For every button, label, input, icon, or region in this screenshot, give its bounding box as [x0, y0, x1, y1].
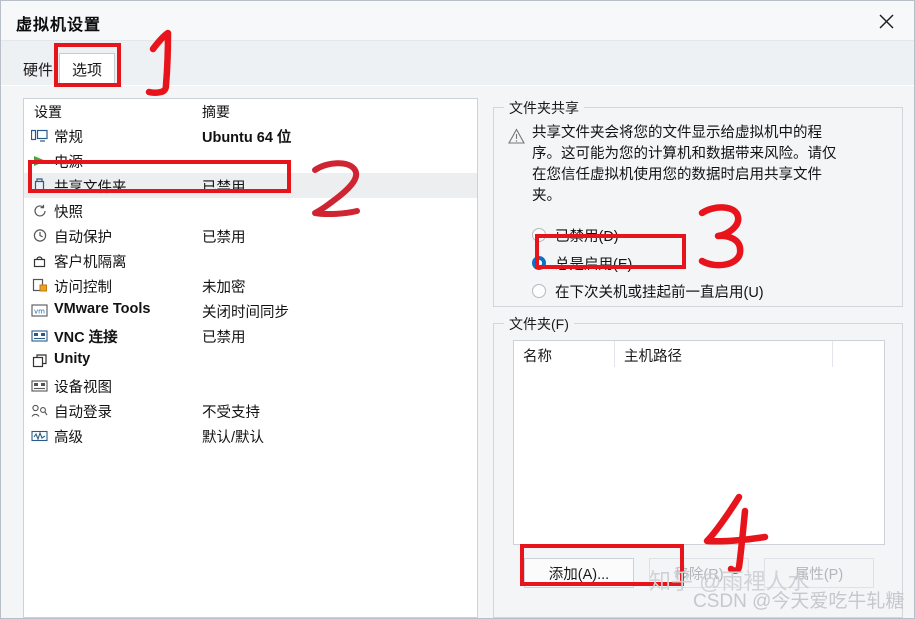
access-control-icon — [30, 276, 49, 295]
list-item-guest-isolation[interactable]: 客户机隔离 — [24, 248, 477, 273]
remove-folder-button: 移除(R) — [649, 558, 749, 588]
warning-triangle-icon — [508, 128, 525, 144]
sharing-warning-text: 共享文件夹会将您的文件显示给虚拟机中的程序。这可能为您的计算机和数据带来风险。请… — [532, 125, 837, 204]
lock-icon — [30, 251, 49, 270]
folder-properties-button: 属性(P) — [764, 558, 874, 588]
snapshot-icon — [30, 201, 49, 220]
list-item-label: 高级 — [54, 430, 83, 446]
folder-sharing-group: 文件夹共享 共享文件夹会将您的文件显示给虚拟机中的程序。这可能为您的计算机和数据… — [493, 98, 903, 307]
tab-strip: 硬件 选项 — [1, 41, 914, 86]
list-item-label: 快照 — [54, 205, 83, 221]
radio-mark-off-icon — [532, 228, 546, 242]
list-item-summary: 不受支持 — [202, 405, 260, 421]
shared-folder-icon — [30, 176, 49, 195]
vmware-tools-icon: vm — [30, 301, 49, 320]
list-item-summary: 默认/默认 — [202, 430, 265, 446]
list-item-summary: 关闭时间同步 — [202, 305, 289, 321]
column-divider — [832, 341, 833, 367]
folders-title: 文件夹(F) — [504, 314, 574, 334]
list-item-vnc[interactable]: VNC 连接 已禁用 — [24, 323, 477, 348]
svg-text:vm: vm — [34, 308, 45, 316]
radio-mark-on-icon — [532, 256, 546, 270]
power-play-icon — [30, 151, 49, 170]
folders-table[interactable]: 名称 主机路径 — [513, 340, 885, 545]
list-item-autoprotect[interactable]: 自动保护 已禁用 — [24, 223, 477, 248]
list-item-vmware-tools[interactable]: vm VMware Tools 关闭时间同步 — [24, 298, 477, 323]
list-item-label: 自动登录 — [54, 405, 112, 421]
list-item-general[interactable]: 常规 Ubuntu 64 位 — [24, 123, 477, 148]
folder-sharing-title: 文件夹共享 — [504, 98, 584, 118]
radio-always-enabled[interactable]: 总是启用(E) — [532, 252, 632, 274]
list-item-auto-login[interactable]: 自动登录 不受支持 — [24, 398, 477, 423]
column-header-name: 设置 — [34, 104, 62, 120]
list-item-summary: 已禁用 — [202, 330, 246, 346]
autoprotect-clock-icon — [30, 226, 49, 245]
list-item-label: 访问控制 — [54, 280, 112, 296]
list-item-summary: 未加密 — [202, 280, 246, 296]
tab-hardware[interactable]: 硬件 — [11, 53, 65, 86]
auto-login-icon — [30, 401, 49, 420]
title-bar: 虚拟机设置 — [1, 1, 914, 41]
list-item-label: 常规 — [54, 130, 83, 146]
list-item-label: VNC 连接 — [54, 330, 118, 346]
unity-icon — [30, 351, 49, 370]
list-item-summary: 已禁用 — [202, 180, 246, 196]
list-item-label: 共享文件夹 — [54, 180, 127, 196]
monitor-icon — [30, 126, 49, 145]
advanced-wave-icon — [30, 426, 49, 445]
device-view-icon — [30, 376, 49, 395]
settings-list[interactable]: 设置 摘要 常规 Ubuntu 64 位 电源 共享文件夹 已禁用 快照 自动保… — [23, 98, 478, 618]
vm-settings-window: 虚拟机设置 硬件 选项 设置 摘要 常规 Ubuntu 64 位 电源 共享文件… — [0, 0, 915, 619]
list-item-label: 设备视图 — [54, 380, 112, 396]
list-item-label: 电源 — [54, 155, 83, 171]
radio-disabled[interactable]: 已禁用(D) — [532, 224, 619, 246]
list-item-label: VMware Tools — [54, 301, 151, 317]
list-item-summary: Ubuntu 64 位 — [202, 130, 292, 146]
options-panel: 文件夹共享 共享文件夹会将您的文件显示给虚拟机中的程序。这可能为您的计算机和数据… — [493, 93, 903, 618]
list-item-summary: 已禁用 — [202, 230, 246, 246]
list-item-unity[interactable]: Unity — [24, 348, 477, 373]
list-item-power[interactable]: 电源 — [24, 148, 477, 173]
tab-options[interactable]: 选项 — [59, 53, 115, 86]
column-divider — [614, 341, 615, 367]
window-title: 虚拟机设置 — [16, 17, 102, 34]
list-item-shared-folders[interactable]: 共享文件夹 已禁用 — [24, 173, 477, 198]
close-button[interactable] — [864, 5, 908, 37]
close-icon — [879, 14, 893, 28]
radio-mark-off-icon — [532, 284, 546, 298]
list-item-label: Unity — [54, 351, 91, 367]
folders-table-header: 名称 主机路径 — [514, 341, 884, 367]
list-item-label: 自动保护 — [54, 230, 112, 246]
column-header-host-path: 主机路径 — [624, 349, 682, 365]
settings-list-header: 设置 摘要 — [24, 99, 477, 123]
list-item-device-view[interactable]: 设备视图 — [24, 373, 477, 398]
vnc-icon — [30, 326, 49, 345]
list-item-label: 客户机隔离 — [54, 255, 127, 271]
folders-group: 文件夹(F) 名称 主机路径 添加(A)... 移除(R) 属性(P) — [493, 314, 903, 618]
list-item-snapshot[interactable]: 快照 — [24, 198, 477, 223]
list-item-access-control[interactable]: 访问控制 未加密 — [24, 273, 477, 298]
column-header-name: 名称 — [523, 349, 552, 365]
radio-label: 在下次关机或挂起前一直启用(U) — [555, 284, 764, 301]
add-folder-button[interactable]: 添加(A)... — [524, 558, 634, 588]
column-header-summary: 摘要 — [202, 104, 230, 120]
radio-label: 已禁用(D) — [555, 228, 619, 245]
list-item-advanced[interactable]: 高级 默认/默认 — [24, 423, 477, 448]
radio-label: 总是启用(E) — [555, 256, 633, 273]
radio-until-shutdown[interactable]: 在下次关机或挂起前一直启用(U) — [532, 280, 764, 302]
